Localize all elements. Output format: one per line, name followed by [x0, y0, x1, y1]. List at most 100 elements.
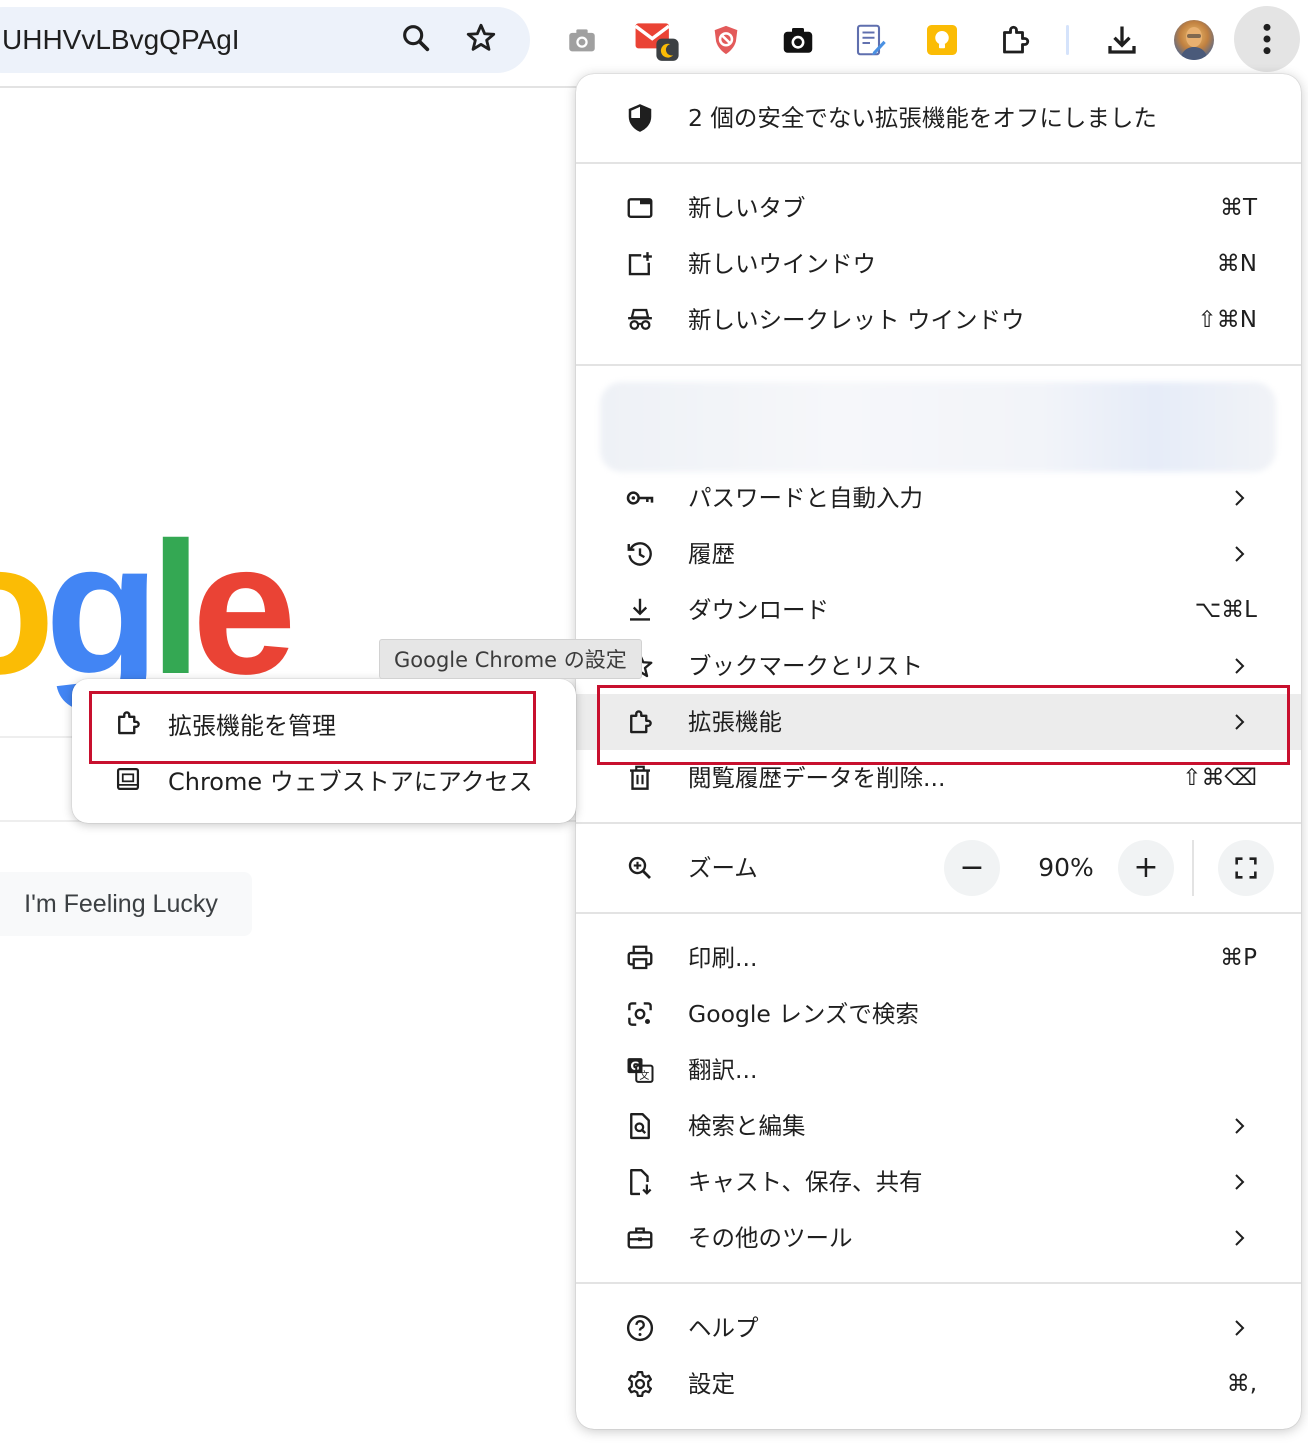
- menu-item-new-tab[interactable]: 新しいタブ ⌘T: [576, 180, 1301, 236]
- search-icon[interactable]: [388, 10, 444, 66]
- chevron-right-icon: [1235, 714, 1245, 730]
- print-label: 印刷...: [688, 944, 758, 972]
- clear-data-shortcut: ⇧⌘⌫: [1182, 765, 1257, 791]
- menu-item-help[interactable]: ヘルプ: [576, 1300, 1301, 1356]
- zoom-separator: [1192, 840, 1194, 896]
- google-lens-label: Google レンズで検索: [688, 1000, 919, 1028]
- menu-item-print[interactable]: 印刷... ⌘P: [576, 930, 1301, 986]
- clear-data-label: 閲覧履歴データを削除...: [688, 764, 946, 792]
- more-tools-label: その他のツール: [688, 1224, 853, 1252]
- menu-item-incognito[interactable]: 新しいシークレット ウインドウ ⇧⌘N: [576, 292, 1301, 348]
- settings-label: 設定: [688, 1370, 735, 1398]
- chevron-right-icon: [1235, 1320, 1245, 1336]
- new-window-shortcut: ⌘N: [1216, 251, 1257, 277]
- address-bar-text[interactable]: UHHVvLBvgQPAgI: [2, 24, 240, 56]
- downloads-label: ダウンロード: [688, 596, 829, 624]
- bookmarks-label: ブックマークとリスト: [688, 652, 923, 680]
- menu-item-downloads[interactable]: ダウンロード ⌥⌘L: [576, 582, 1301, 638]
- unsafe-extensions-warning[interactable]: 2 個の安全でない拡張機能をオフにしました: [576, 90, 1301, 146]
- lens-icon: [624, 998, 656, 1030]
- new-tab-label: 新しいタブ: [688, 194, 806, 222]
- menu-item-settings[interactable]: 設定 ⌘,: [576, 1356, 1301, 1412]
- webstore-label: Chrome ウェブストアにアクセス: [168, 767, 533, 796]
- help-icon: [624, 1312, 656, 1344]
- chevron-right-icon: [1235, 1230, 1245, 1246]
- feeling-lucky-button[interactable]: I'm Feeling Lucky: [0, 872, 252, 936]
- bulb-extension-icon[interactable]: [914, 12, 970, 68]
- logo-letter-o: o: [0, 503, 55, 713]
- minus-icon: −: [959, 850, 985, 885]
- incognito-icon: [624, 304, 656, 336]
- cast-save-share-label: キャスト、保存、共有: [688, 1168, 923, 1196]
- download-icon[interactable]: [1094, 12, 1150, 68]
- new-tab-icon: [624, 192, 656, 224]
- shield-extension-icon[interactable]: [698, 12, 754, 68]
- menu-separator: [576, 912, 1301, 914]
- translate-label: 翻訳...: [688, 1056, 758, 1084]
- menu-item-extensions[interactable]: 拡張機能: [576, 694, 1301, 750]
- zoom-label: ズーム: [688, 854, 758, 882]
- kebab-menu-icon[interactable]: [1234, 6, 1300, 72]
- extensions-label: 拡張機能: [688, 708, 782, 736]
- trash-icon: [624, 762, 656, 794]
- chevron-right-icon: [1235, 658, 1245, 674]
- downloads-shortcut: ⌥⌘L: [1194, 597, 1257, 623]
- new-tab-shortcut: ⌘T: [1219, 195, 1257, 221]
- zoom-level: 90%: [1038, 853, 1094, 882]
- find-page-icon: [624, 1110, 656, 1142]
- toolbar-separator: [1066, 25, 1069, 55]
- svg-text:文: 文: [639, 1069, 649, 1082]
- chevron-right-icon: [1235, 1118, 1245, 1134]
- screenshot-extension-icon[interactable]: [770, 12, 826, 68]
- shield-icon: [624, 102, 656, 134]
- plus-icon: +: [1133, 850, 1159, 885]
- avatar[interactable]: [1174, 20, 1214, 60]
- zoom-out-button[interactable]: −: [944, 840, 1000, 896]
- passwords-label: パスワードと自動入力: [688, 484, 923, 512]
- menu-item-cast-save-share[interactable]: キャスト、保存、共有: [576, 1154, 1301, 1210]
- key-icon: [624, 482, 656, 514]
- menu-item-bookmarks[interactable]: ブックマークとリスト: [576, 638, 1301, 694]
- camera-extension-icon[interactable]: [554, 12, 610, 68]
- new-window-label: 新しいウインドウ: [688, 250, 876, 278]
- menu-item-history[interactable]: 履歴: [576, 526, 1301, 582]
- history-icon: [624, 538, 656, 570]
- menu-item-translate[interactable]: G文 翻訳...: [576, 1042, 1301, 1098]
- menu-item-google-lens[interactable]: Google レンズで検索: [576, 986, 1301, 1042]
- printer-icon: [624, 942, 656, 974]
- webstore-item[interactable]: Chrome ウェブストアにアクセス: [72, 751, 576, 807]
- save-page-icon: [624, 1166, 656, 1198]
- menu-item-more-tools[interactable]: その他のツール: [576, 1210, 1301, 1266]
- settings-shortcut: ⌘,: [1226, 1371, 1257, 1397]
- fullscreen-button[interactable]: [1218, 840, 1274, 896]
- extensions-submenu: 拡張機能を管理 Chrome ウェブストアにアクセス: [72, 679, 576, 823]
- google-logo: ogle: [0, 500, 296, 713]
- toolbox-icon: [624, 1222, 656, 1254]
- star-icon[interactable]: [453, 10, 509, 66]
- notes-extension-icon[interactable]: [842, 12, 898, 68]
- gmail-extension-icon[interactable]: [627, 12, 683, 68]
- history-label: 履歴: [688, 540, 735, 568]
- menu-item-passwords[interactable]: パスワードと自動入力: [576, 470, 1301, 526]
- puzzle-icon: [112, 707, 144, 739]
- menu-item-find-edit[interactable]: 検索と編集: [576, 1098, 1301, 1154]
- browser-window: UHHVvLBvgQPAgI gle I'm Feeling Lucky Goo…: [0, 0, 1308, 1456]
- profile-section-blurred[interactable]: [600, 382, 1276, 472]
- menu-item-clear-data[interactable]: 閲覧履歴データを削除... ⇧⌘⌫: [576, 750, 1301, 806]
- extensions-puzzle-icon[interactable]: [987, 12, 1043, 68]
- puzzle-icon: [624, 706, 656, 738]
- address-bar[interactable]: UHHVvLBvgQPAgI: [0, 7, 530, 73]
- chevron-right-icon: [1235, 546, 1245, 562]
- chevron-right-icon: [1235, 1174, 1245, 1190]
- menu-item-new-window[interactable]: 新しいウインドウ ⌘N: [576, 236, 1301, 292]
- menu-tooltip: Google Chrome の設定: [379, 639, 642, 679]
- zoom-in-button[interactable]: +: [1118, 840, 1174, 896]
- menu-separator: [576, 1282, 1301, 1284]
- download-icon: [624, 594, 656, 626]
- manage-extensions-item[interactable]: 拡張機能を管理: [72, 695, 576, 751]
- gear-icon: [624, 1368, 656, 1400]
- new-window-icon: [624, 248, 656, 280]
- chevron-right-icon: [1235, 490, 1245, 506]
- unsafe-extensions-label: 2 個の安全でない拡張機能をオフにしました: [688, 104, 1157, 132]
- webstore-icon: [112, 763, 144, 795]
